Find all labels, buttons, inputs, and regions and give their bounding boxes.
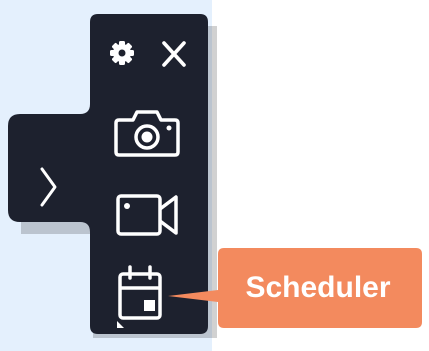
expand-panel-button[interactable]	[28, 160, 68, 214]
scheduler-tooltip: Scheduler	[162, 248, 422, 328]
gear-icon	[110, 41, 134, 65]
video-camera-icon	[116, 194, 178, 236]
settings-button[interactable]	[106, 37, 138, 69]
resize-corner-icon	[117, 321, 124, 328]
screenshot-button[interactable]	[111, 104, 183, 160]
close-button[interactable]	[156, 37, 192, 71]
chevron-right-icon	[40, 167, 57, 207]
close-icon	[162, 41, 186, 67]
record-video-button[interactable]	[114, 185, 182, 241]
camera-icon	[114, 110, 180, 157]
tooltip-label: Scheduler	[245, 271, 391, 304]
